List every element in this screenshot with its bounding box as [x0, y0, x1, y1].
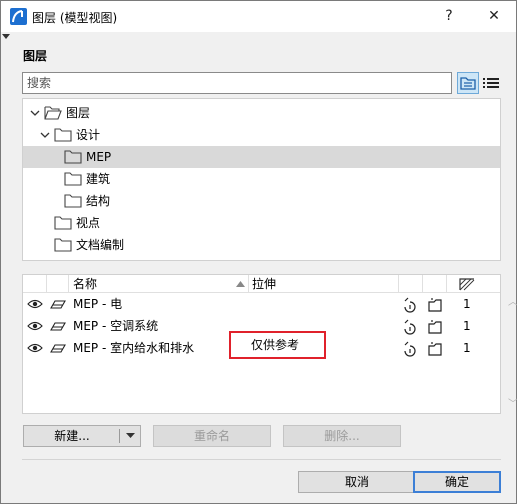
- header-intersection[interactable]: [447, 275, 485, 293]
- solid-folder-icon[interactable]: [427, 297, 443, 313]
- header-extension-label: 拉伸: [252, 277, 277, 291]
- tree-item-label: 文档编制: [76, 238, 125, 252]
- folder-icon: [54, 128, 72, 142]
- tree-item-label: 图层: [66, 106, 91, 120]
- ok-button[interactable]: 确定: [413, 471, 501, 493]
- tree-item-label: 设计: [76, 128, 101, 142]
- eraser-icon[interactable]: [50, 299, 66, 309]
- tree-item-architecture[interactable]: 建筑: [23, 168, 500, 190]
- intersection-group-icon: [459, 278, 475, 291]
- folder-icon: [64, 172, 82, 186]
- eye-icon[interactable]: [27, 321, 43, 331]
- header-wireframe[interactable]: [399, 275, 423, 293]
- close-button[interactable]: ✕: [480, 5, 508, 28]
- archicad-app-icon: [10, 8, 27, 25]
- header-extension[interactable]: 拉伸: [249, 275, 399, 293]
- search-input[interactable]: 搜索: [22, 72, 452, 94]
- header-visibility[interactable]: [23, 275, 47, 293]
- layer-name: MEP - 电: [73, 297, 123, 311]
- eye-icon[interactable]: [27, 299, 43, 309]
- wireframe-lock-icon[interactable]: [402, 319, 418, 335]
- tree-item-layers[interactable]: 图层: [23, 102, 500, 124]
- new-button-label: 新建...: [54, 429, 90, 443]
- chevron-down-icon[interactable]: [39, 124, 51, 146]
- collapse-arrow-icon[interactable]: [2, 34, 10, 39]
- wireframe-lock-icon[interactable]: [402, 341, 418, 357]
- header-lock[interactable]: [47, 275, 69, 293]
- tree-item-label: 视点: [76, 216, 101, 230]
- tree-item-viewpoints[interactable]: 视点: [23, 212, 500, 234]
- tree-item-label: 建筑: [86, 172, 111, 186]
- wireframe-lock-icon[interactable]: [402, 297, 418, 313]
- layer-name: MEP - 空调系统: [73, 319, 159, 333]
- header-name[interactable]: 名称: [69, 275, 249, 293]
- eraser-icon[interactable]: [50, 321, 66, 331]
- cancel-button[interactable]: 取消: [298, 471, 416, 493]
- section-title: 图层: [23, 49, 48, 63]
- intersection-group-number[interactable]: 1: [463, 293, 471, 315]
- intersection-group-number[interactable]: 1: [463, 315, 471, 337]
- split-divider: [119, 429, 120, 443]
- tree-item-structure[interactable]: 结构: [23, 190, 500, 212]
- folder-tree-icon: [460, 77, 476, 90]
- tree-item-documentation[interactable]: 文档编制: [23, 234, 500, 256]
- folder-view-button[interactable]: [457, 72, 479, 94]
- chevron-down-icon[interactable]: [126, 433, 135, 439]
- eye-icon[interactable]: [27, 343, 43, 353]
- header-solid[interactable]: [423, 275, 447, 293]
- folder-icon: [64, 194, 82, 208]
- tree-item-label: 结构: [86, 194, 111, 208]
- layer-folder-tree: 图层 设计 MEP 建筑 结构 视点 文档编制: [22, 98, 501, 261]
- scroll-up-arrow-icon[interactable]: ︿: [507, 298, 517, 308]
- table-row[interactable]: MEP - 电 1: [23, 293, 485, 315]
- tree-item-design[interactable]: 设计: [23, 124, 500, 146]
- window-title: 图层 (模型视图): [32, 11, 118, 25]
- open-folder-icon: [44, 106, 62, 120]
- solid-folder-icon[interactable]: [427, 341, 443, 357]
- folder-icon: [54, 216, 72, 230]
- reference-only-extension-cell[interactable]: 仅供参考: [229, 331, 326, 359]
- layer-name: MEP - 室内给水和排水: [73, 341, 195, 355]
- sort-ascending-icon: [236, 281, 245, 287]
- chevron-down-icon[interactable]: [29, 102, 41, 124]
- table-header: 名称 拉伸: [23, 275, 500, 293]
- tree-item-mep[interactable]: MEP: [23, 146, 500, 168]
- rename-button[interactable]: 重命名: [153, 425, 271, 447]
- list-icon: [483, 78, 499, 88]
- header-name-label: 名称: [73, 277, 98, 291]
- eraser-icon[interactable]: [50, 343, 66, 353]
- new-button[interactable]: 新建...: [23, 425, 141, 447]
- help-button[interactable]: ?: [435, 5, 463, 28]
- scroll-down-arrow-icon[interactable]: ﹀: [507, 400, 517, 410]
- footer-divider: [22, 459, 501, 460]
- solid-folder-icon[interactable]: [427, 319, 443, 335]
- title-bar: 图层 (模型视图) ? ✕: [1, 1, 516, 32]
- delete-button[interactable]: 删除...: [283, 425, 401, 447]
- layers-dialog: 图层 (模型视图) ? ✕ 图层 搜索 图层 设计 MEP 建筑 结构 视点 文…: [0, 0, 517, 504]
- tree-item-label: MEP: [86, 150, 112, 164]
- intersection-group-number[interactable]: 1: [463, 337, 471, 359]
- folder-icon: [64, 150, 82, 164]
- folder-icon: [54, 238, 72, 252]
- list-view-button[interactable]: [480, 72, 502, 94]
